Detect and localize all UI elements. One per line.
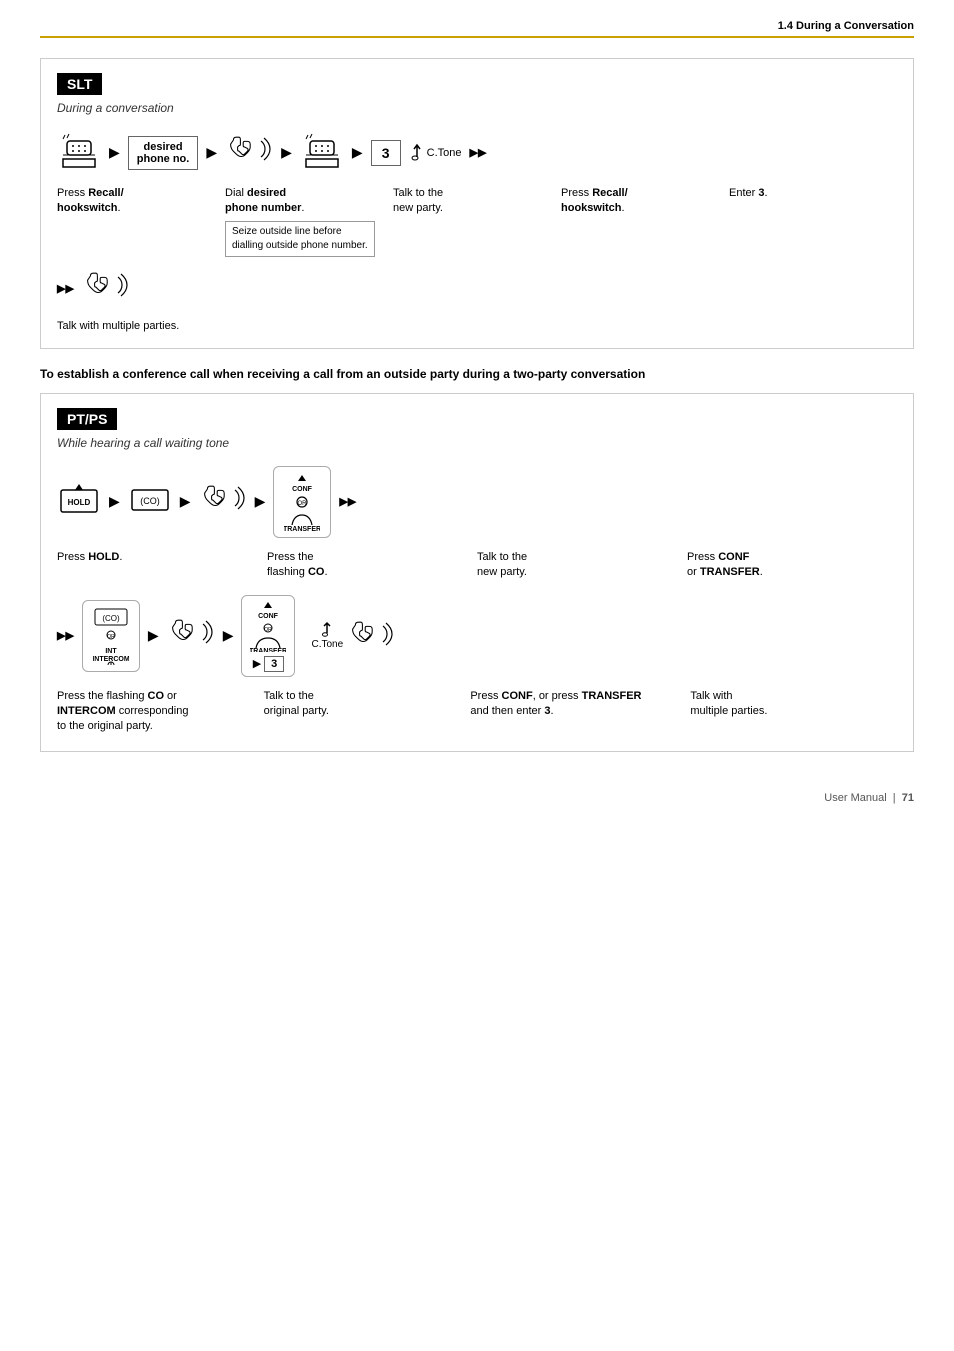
arrow-ptps2: ▶	[180, 493, 191, 510]
header-title: 1.4 During a Conversation	[778, 20, 914, 32]
arrow-ptps4: ▶	[148, 627, 159, 644]
handset-waves-icon-1	[225, 133, 273, 172]
footer-text: User Manual	[824, 792, 886, 804]
handset-waves-icon-2	[82, 269, 130, 308]
ptps-desc-row1: Press HOLD. Press theflashing CO. Talk t…	[57, 550, 897, 581]
ptps-desc2-4: Talk withmultiple parties.	[690, 689, 897, 735]
slt-section: SLT During a conversation	[40, 58, 914, 349]
dbl-arrow-ptps2: ▶▶	[57, 629, 74, 642]
ptps-desc2-3: Press CONF, or press TRANSFERand then en…	[470, 689, 690, 735]
ptps-desc1-1: Press HOLD.	[57, 550, 267, 581]
svg-text:CONF: CONF	[292, 486, 313, 493]
svg-text:TRANSFER: TRANSFER	[284, 526, 320, 531]
hold-button-icon: HOLD	[57, 482, 101, 521]
arrow-3: ▶	[281, 144, 292, 161]
ctone-handset-icon: C.Tone	[311, 618, 395, 654]
page-number: 71	[902, 792, 914, 804]
svg-text:OR: OR	[265, 627, 273, 633]
ptps-desc2-2: Talk to theoriginal party.	[264, 689, 471, 735]
svg-text:INT: INT	[105, 648, 117, 655]
ctone-icon-slt: C.Tone	[409, 143, 462, 163]
svg-text:HOLD: HOLD	[68, 498, 91, 507]
slt-desc1: Press Recall/hookswitch.	[57, 186, 225, 257]
section-header: 1.4 During a Conversation	[40, 20, 914, 38]
slt-desc-bottom: Talk with multiple parties.	[57, 320, 897, 332]
ptps-flow-row1: HOLD ▶ (CO) ▶ ▶ CONF	[57, 466, 897, 538]
ptps-desc1-2: Press theflashing CO.	[267, 550, 477, 581]
page-footer: User Manual | 71	[40, 792, 914, 804]
slt-desc4: Press Recall/hookswitch.	[561, 186, 729, 257]
slt-desc5: Enter 3.	[729, 186, 897, 257]
svg-text:TRANSFER: TRANSFER	[250, 648, 286, 652]
dbl-arrow-ptps1: ▶▶	[339, 495, 356, 508]
co-intercom-group-icon: (CO) OR INT INTERCOM	[82, 600, 140, 672]
conf-transfer-group-icon: CONF OR TRANSFER	[273, 466, 331, 538]
handset-waves-icon-ptps2	[167, 616, 215, 655]
desk-phone-icon-1	[57, 131, 101, 174]
ptps-desc1-4: Press CONFor TRANSFER.	[687, 550, 897, 581]
co-button-icon: (CO)	[128, 486, 172, 517]
arrow-1: ▶	[109, 144, 120, 161]
svg-text:(CO): (CO)	[140, 496, 160, 506]
arrow-ptps1: ▶	[109, 493, 120, 510]
arrow-ptps3: ▶	[255, 493, 266, 510]
slt-flow-row1: ▶ desiredphone no. ▶ ▶	[57, 131, 897, 174]
slt-flow-row2: ▶▶	[57, 269, 897, 308]
ptps-subtitle: While hearing a call waiting tone	[57, 436, 897, 450]
slt-desc3: Talk to thenew party.	[393, 186, 561, 257]
svg-text:OR: OR	[298, 501, 308, 507]
handset-waves-icon-ptps1	[199, 482, 247, 521]
slt-label: SLT	[57, 73, 897, 101]
ptps-desc-row2: Press the flashing CO orINTERCOM corresp…	[57, 689, 897, 735]
slt-desc-row1: Press Recall/hookswitch. Dial desiredpho…	[57, 186, 897, 257]
ptps-section: PT/PS While hearing a call waiting tone …	[40, 393, 914, 752]
arrow-ptps5: ▶	[223, 627, 234, 644]
conference-heading: To establish a conference call when rece…	[40, 367, 914, 381]
svg-text:(CO): (CO)	[102, 614, 120, 623]
ptps-desc2-1: Press the flashing CO orINTERCOM corresp…	[57, 689, 264, 735]
conf-transfer-3-group-icon: CONF OR TRANSFER ▶ 3	[241, 595, 295, 677]
svg-text:CONF: CONF	[259, 613, 280, 620]
slt-subtitle: During a conversation	[57, 101, 897, 115]
ptps-label: PT/PS	[57, 408, 897, 436]
dbl-arrow-slt1: ▶▶	[470, 146, 487, 159]
dbl-arrow-slt2: ▶▶	[57, 282, 74, 295]
slt-desc2: Dial desiredphone number. Seize outside …	[225, 186, 393, 257]
arrow-2: ▶	[206, 144, 217, 161]
number-3-box-slt: 3	[371, 140, 401, 166]
ptps-flow-row2: ▶▶ (CO) OR INT INTERCOM ▶	[57, 595, 897, 677]
svg-text:OR: OR	[107, 634, 115, 640]
ptps-desc1-3: Talk to thenew party.	[477, 550, 687, 581]
desk-phone-icon-2	[300, 131, 344, 174]
desired-phone-box: desiredphone no.	[128, 136, 199, 170]
arrow-4: ▶	[352, 144, 363, 161]
